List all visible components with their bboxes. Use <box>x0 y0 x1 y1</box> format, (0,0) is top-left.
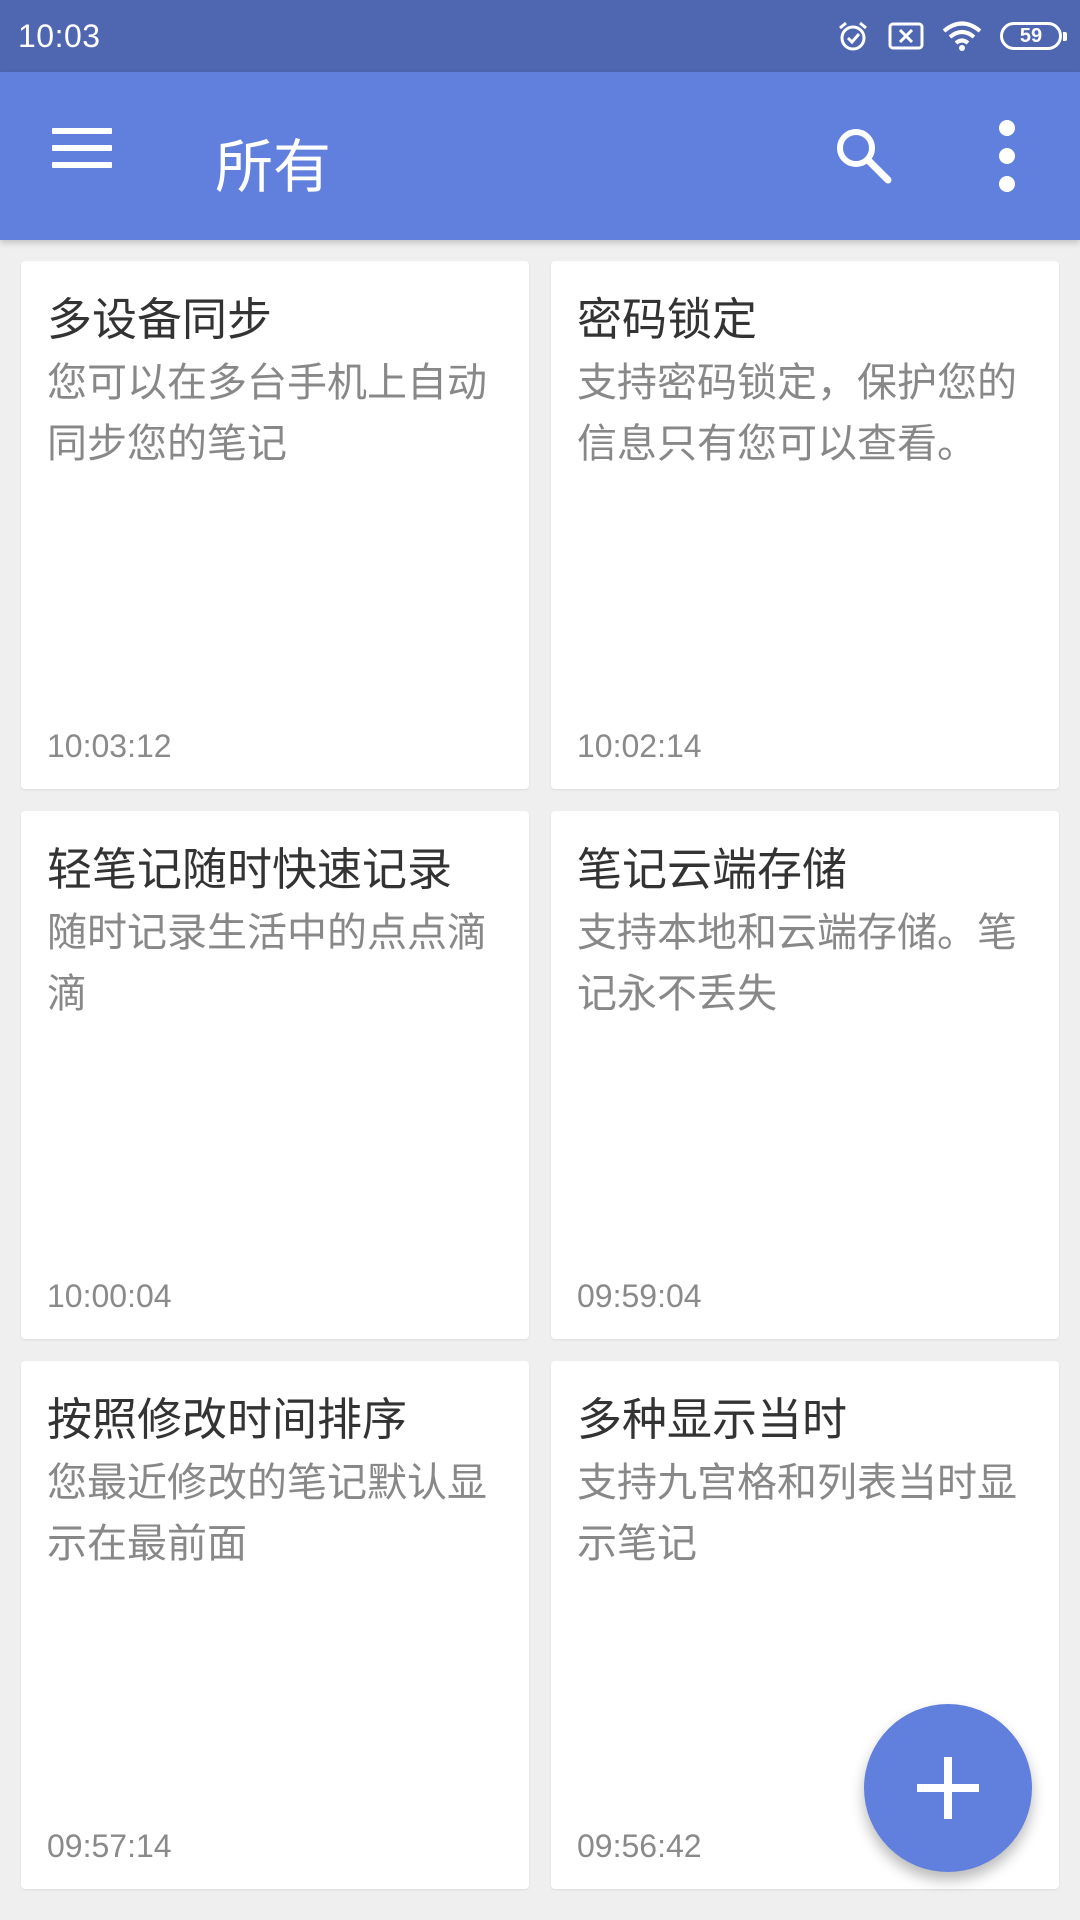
note-time: 09:57:14 <box>47 1828 172 1864</box>
status-time: 10:03 <box>18 17 101 54</box>
add-note-button[interactable] <box>864 1704 1032 1872</box>
sim-error-icon <box>888 22 924 50</box>
note-card[interactable]: 按照修改时间排序 您最近修改的笔记默认显示在最前面 09:57:14 <box>21 1361 529 1889</box>
alarm-icon <box>839 21 867 51</box>
note-card[interactable]: 笔记云端存储 支持本地和云端存储。笔记永不丢失 09:59:04 <box>551 811 1059 1339</box>
more-vert-icon[interactable] <box>990 120 1024 194</box>
note-title: 多设备同步 <box>47 293 273 346</box>
note-body: 支持九宫格和列表当时显示笔记 <box>577 1460 1017 1567</box>
menu-icon[interactable] <box>52 128 112 172</box>
battery-icon: 59 <box>1000 22 1067 50</box>
note-body: 您可以在多台手机上自动同步您的笔记 <box>47 360 487 467</box>
note-body: 随时记录生活中的点点滴滴 <box>47 910 487 1017</box>
note-card[interactable]: 多设备同步 您可以在多台手机上自动同步您的笔记 10:03:12 <box>21 261 529 789</box>
wifi-icon <box>942 21 982 51</box>
note-time: 10:02:14 <box>577 728 702 764</box>
search-icon[interactable] <box>832 124 894 186</box>
note-card[interactable]: 轻笔记随时快速记录 随时记录生活中的点点滴滴 10:00:04 <box>21 811 529 1339</box>
status-bar: 10:03 59 <box>0 0 1080 72</box>
note-time: 09:59:04 <box>577 1278 702 1314</box>
battery-level: 59 <box>1019 24 1043 47</box>
page-title: 所有 <box>215 133 332 201</box>
note-time: 10:03:12 <box>47 728 172 764</box>
note-title: 按照修改时间排序 <box>47 1393 408 1446</box>
app-bar: 所有 <box>0 72 1080 240</box>
note-time: 10:00:04 <box>47 1278 172 1314</box>
note-body: 支持本地和云端存储。笔记永不丢失 <box>577 910 1017 1017</box>
note-body: 支持密码锁定，保护您的信息只有您可以查看。 <box>577 360 1017 467</box>
note-body: 您最近修改的笔记默认显示在最前面 <box>47 1460 487 1567</box>
note-time: 09:56:42 <box>577 1828 702 1864</box>
note-title: 笔记云端存储 <box>577 843 848 896</box>
note-card[interactable]: 密码锁定 支持密码锁定，保护您的信息只有您可以查看。 10:02:14 <box>551 261 1059 789</box>
notes-grid: 多设备同步 您可以在多台手机上自动同步您的笔记 10:03:12 密码锁定 支持… <box>21 261 1059 1889</box>
note-title: 密码锁定 <box>577 293 758 346</box>
note-title: 轻笔记随时快速记录 <box>47 843 453 896</box>
status-icons: 59 <box>836 19 1067 53</box>
note-title: 多种显示当时 <box>577 1393 848 1446</box>
